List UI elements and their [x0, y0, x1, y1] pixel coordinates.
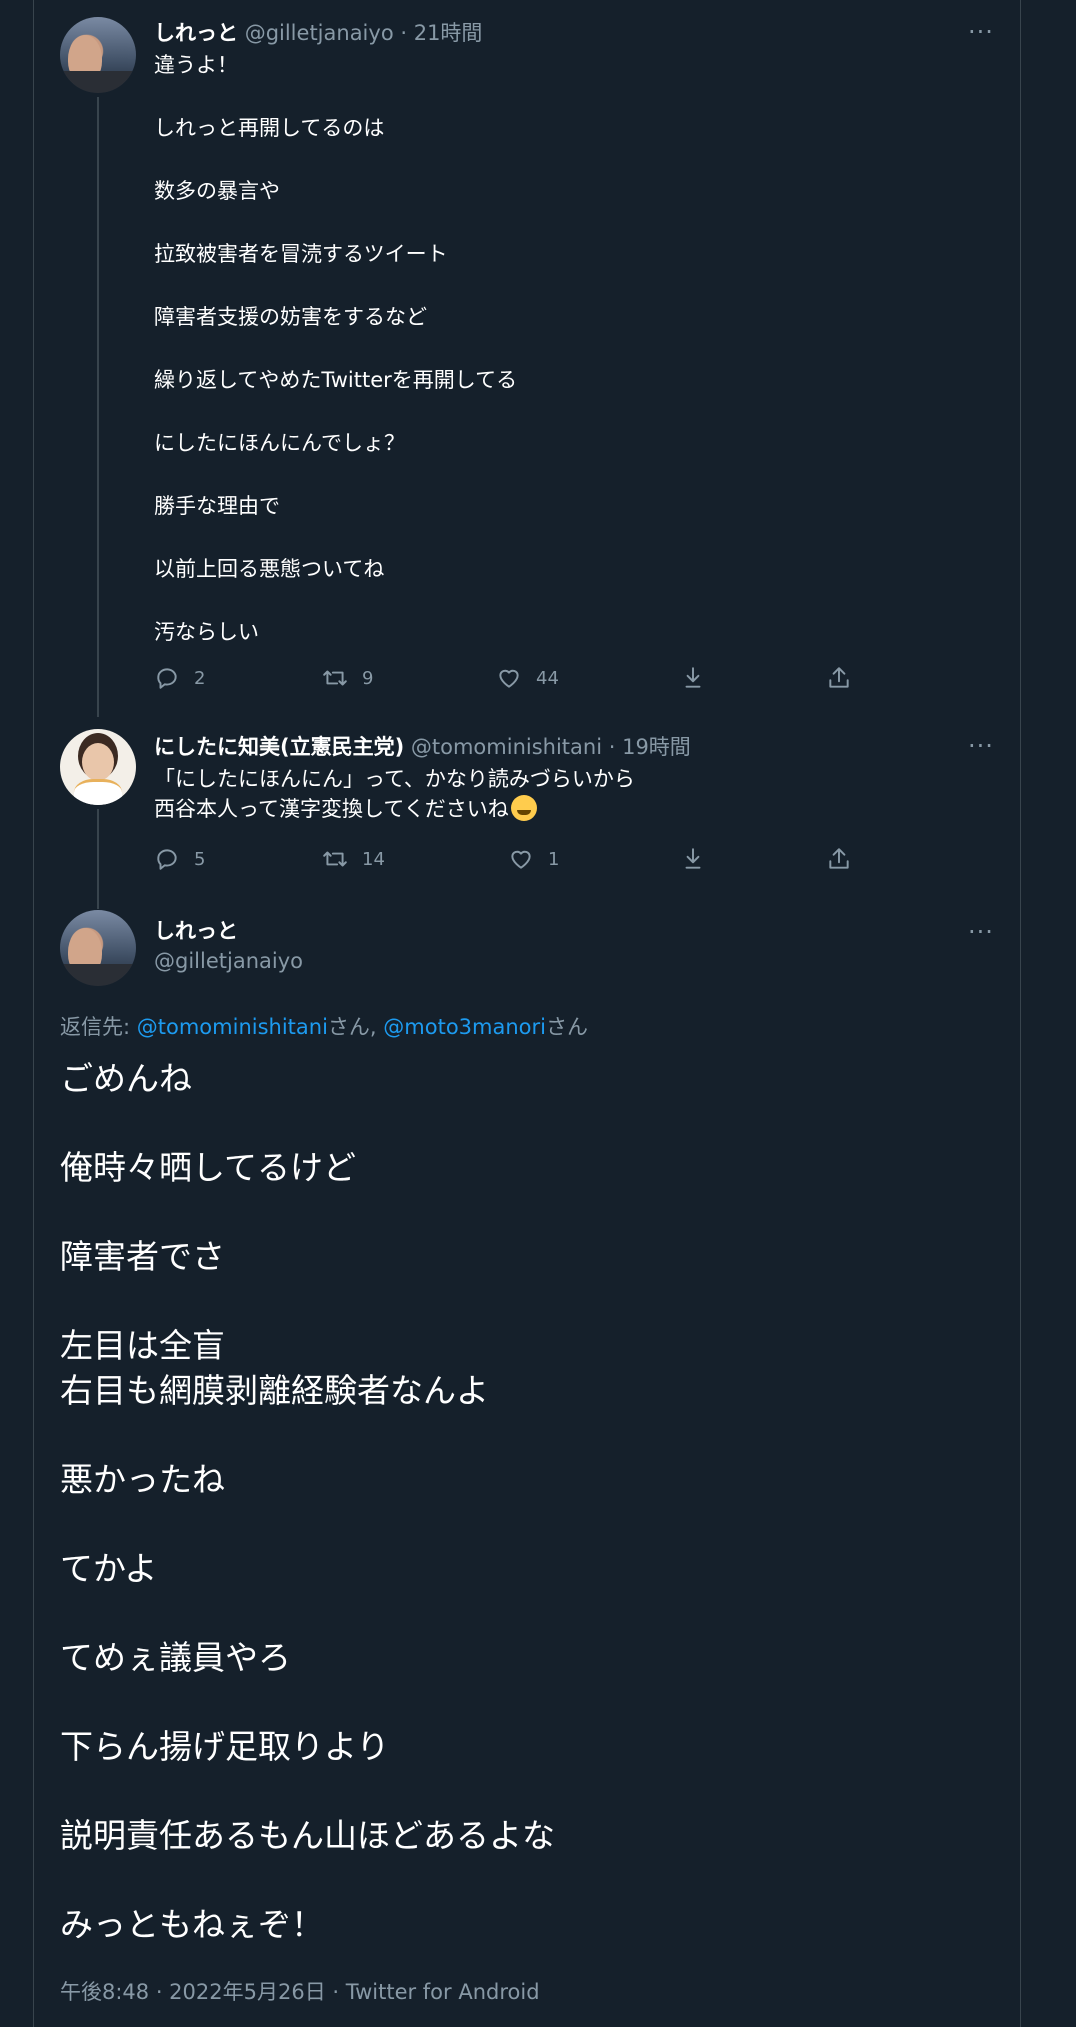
tweet-paragraph: 繰り返してやめたTwitterを再開してる — [154, 368, 518, 392]
share-icon — [829, 667, 849, 688]
tweet-paragraph: 下らん揚げ足取りより — [60, 1727, 390, 1766]
avatar[interactable] — [60, 729, 136, 805]
tweet-paragraph: 説明責任あるもん山ほどあるよな — [60, 1816, 555, 1855]
share-button[interactable] — [826, 846, 866, 872]
retweet-button[interactable]: 14 — [322, 846, 385, 872]
heart-icon — [511, 850, 531, 869]
thread-line — [97, 809, 99, 909]
thread-line — [97, 97, 99, 717]
reply-button[interactable]: 2 — [154, 665, 205, 691]
reply-icon — [157, 849, 177, 870]
share-icon — [829, 848, 849, 869]
tweet-paragraph: 以前上回る悪態ついてね — [154, 557, 385, 581]
reply-button[interactable]: 5 — [154, 846, 205, 872]
like-button[interactable]: 1 — [508, 846, 559, 872]
tweet-paragraph: しれっと再開してるのは — [154, 116, 385, 140]
avatar[interactable] — [60, 17, 136, 93]
download-button[interactable] — [680, 665, 720, 691]
like-count: 1 — [548, 848, 560, 870]
avatar[interactable] — [60, 910, 136, 986]
tweet-paragraph: ごめんね — [60, 1059, 192, 1098]
replying-to: 返信先: @tomominishitaniさん, @moto3manoriさん — [60, 1015, 588, 1039]
user-handle[interactable]: @gilletjanaiyo — [154, 949, 303, 973]
tweet-paragraph: 汚ならしい — [154, 620, 259, 644]
tweet-paragraph: みっともねぇぞ！ — [60, 1905, 324, 1944]
more-options-icon[interactable]: ··· — [968, 20, 994, 44]
tweet-paragraph: 違うよ！ — [154, 53, 238, 77]
timeline-border-left — [33, 0, 34, 2027]
retweet-icon — [323, 851, 347, 867]
tweet-paragraph: 障害者支援の妨害をするなど — [154, 305, 427, 329]
heart-icon — [499, 669, 519, 688]
like-count: 44 — [536, 667, 559, 689]
tweet-timestamp[interactable]: 午後8:48 · 2022年5月26日 · Twitter for Androi… — [60, 1976, 540, 2006]
tweet-paragraph: てめぇ議員やろ — [60, 1638, 291, 1677]
tweet-header: にしたに知美(立憲民主党) @tomominishitani · 19時間 — [154, 735, 691, 759]
tweet-paragraph: にしたにほんにんでしょ？ — [154, 431, 405, 455]
display-name[interactable]: にしたに知美(立憲民主党) — [154, 735, 404, 759]
tweet-paragraph: 数多の暴言や — [154, 179, 280, 203]
user-handle[interactable]: @gilletjanaiyo — [245, 21, 394, 45]
retweet-button[interactable]: 9 — [322, 665, 373, 691]
tweet-text: 「にしたにほんにん」って、かなり読みづらいから 西谷本人って漢字変換してください… — [154, 764, 635, 824]
tweet-paragraph: 勝手な理由で — [154, 494, 280, 518]
display-name[interactable]: しれっと — [154, 21, 238, 45]
download-icon — [685, 667, 701, 688]
more-options-icon[interactable]: ··· — [968, 920, 994, 944]
tweet-line: 西谷本人って漢字変換してくださいね — [154, 794, 635, 824]
tweet-text: 違うよ！ しれっと再開してるのは 数多の暴言や 拉致被害者を冒涜するツイート 障… — [154, 50, 517, 680]
mention-link[interactable]: @moto3manori — [383, 1015, 546, 1039]
tweet-time[interactable]: 19時間 — [622, 735, 691, 759]
reply-count: 2 — [194, 667, 206, 689]
tweet-paragraph: 左目は全盲 右目も網膜剥離経験者なんよ — [60, 1326, 489, 1410]
tweet-time[interactable]: 21時間 — [414, 21, 483, 45]
reply-count: 5 — [194, 848, 206, 870]
tweet-paragraph: 障害者でさ — [60, 1237, 225, 1276]
retweet-count: 14 — [362, 848, 385, 870]
grinning-sweat-emoji-icon — [510, 795, 537, 821]
tweet-paragraph: 拉致被害者を冒涜するツイート — [154, 242, 448, 266]
display-name[interactable]: しれっと — [154, 915, 238, 945]
mention-link[interactable]: @tomominishitani — [137, 1015, 328, 1039]
download-icon — [685, 848, 701, 869]
tweet-actions: 5 14 1 — [154, 846, 854, 876]
like-button[interactable]: 44 — [496, 665, 559, 691]
tweet-line: 「にしたにほんにん」って、かなり読みづらいから — [154, 767, 635, 791]
tweet-paragraph: 悪かったね — [60, 1460, 225, 1499]
tweet-paragraph: てかよ — [60, 1549, 158, 1588]
tweet-text: ごめんね 俺時々晒してるけど 障害者でさ 左目は全盲 右目も網膜剥離経験者なんよ … — [60, 1056, 1000, 1991]
tweet-actions: 2 9 44 — [154, 665, 854, 695]
user-handle[interactable]: @tomominishitani — [411, 735, 602, 759]
reply-icon — [157, 668, 177, 689]
timeline-border-right — [1020, 0, 1021, 2027]
share-button[interactable] — [826, 665, 866, 691]
download-button[interactable] — [680, 846, 720, 872]
retweet-icon — [323, 670, 347, 686]
tweet-header: しれっと @gilletjanaiyo · 21時間 — [154, 21, 483, 45]
retweet-count: 9 — [362, 667, 374, 689]
more-options-icon[interactable]: ··· — [968, 734, 994, 758]
tweet-paragraph: 俺時々晒してるけど — [60, 1148, 357, 1187]
